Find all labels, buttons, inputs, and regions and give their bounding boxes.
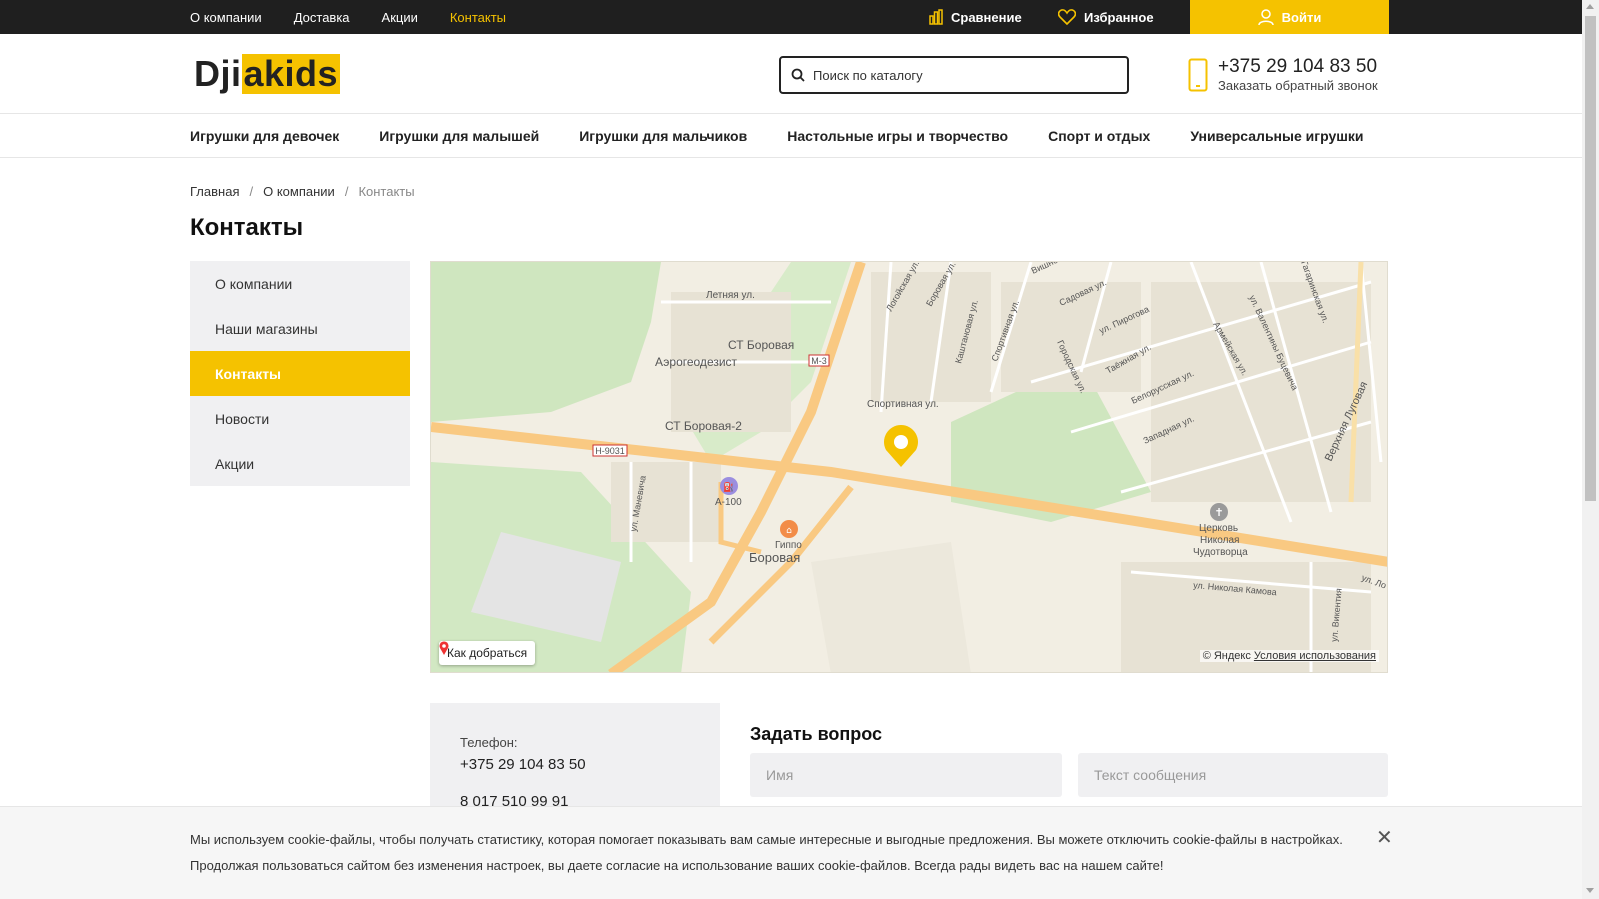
cookie-banner: Мы используем cookie-файлы, чтобы получа… xyxy=(0,806,1582,899)
scroll-down-icon[interactable] xyxy=(1586,888,1594,893)
sidebar-menu: О компании Наши магазины Контакты Новост… xyxy=(190,261,410,486)
breadcrumb-separator: / xyxy=(249,184,254,199)
location-marker-icon[interactable] xyxy=(884,425,918,467)
cookie-text-line1: Мы используем cookie-файлы, чтобы получа… xyxy=(190,832,1343,847)
sidebar-item-about[interactable]: О компании xyxy=(190,261,410,306)
map-terms-link[interactable]: Условия использования xyxy=(1254,650,1376,662)
top-nav-about[interactable]: О компании xyxy=(190,10,262,25)
favorites-link[interactable]: Избранное xyxy=(1058,0,1154,34)
breadcrumb-about[interactable]: О компании xyxy=(263,184,335,199)
map-label-st-borovaya2: СТ Боровая-2 xyxy=(665,419,742,433)
search-box xyxy=(779,56,1129,94)
map-copyright-text: © Яндекс xyxy=(1202,650,1251,662)
heart-icon xyxy=(1058,9,1076,25)
search-icon[interactable] xyxy=(791,68,805,82)
top-bar: О компании Доставка Акции Контакты Сравн… xyxy=(0,0,1582,34)
map-label-church1: Церковь xyxy=(1199,523,1238,534)
sidebar-item-contacts[interactable]: Контакты xyxy=(190,351,410,396)
contact-info: Телефон: +375 29 104 83 50 8 017 510 99 … xyxy=(430,703,720,813)
logo-text-part2: akids xyxy=(241,53,341,94)
category-girls[interactable]: Игрушки для девочек xyxy=(190,128,339,144)
callback-link[interactable]: Заказать обратный звонок xyxy=(1218,78,1378,93)
sidebar-item-promotions[interactable]: Акции xyxy=(190,441,410,486)
scrollbar[interactable] xyxy=(1582,0,1599,899)
favorites-label: Избранное xyxy=(1084,9,1154,25)
category-sport[interactable]: Спорт и отдых xyxy=(1048,128,1150,144)
pin-icon xyxy=(439,641,449,655)
phone-label: Телефон: xyxy=(460,735,518,750)
scrollbar-thumb[interactable] xyxy=(1585,16,1596,501)
close-icon[interactable]: ✕ xyxy=(1376,825,1393,850)
breadcrumb: Главная / О компании / Контакты xyxy=(190,184,415,199)
name-input[interactable]: Имя xyxy=(750,753,1062,797)
svg-text:⌂: ⌂ xyxy=(786,526,792,536)
category-nav: Игрушки для девочек Игрушки для малышей … xyxy=(0,114,1582,158)
top-nav-contacts[interactable]: Контакты xyxy=(450,10,506,25)
user-icon xyxy=(1257,8,1274,25)
compare-label: Сравнение xyxy=(951,9,1022,25)
login-label: Войти xyxy=(1281,9,1322,25)
map-label-st-borovaya: СТ Боровая xyxy=(728,338,794,352)
message-input[interactable]: Текст сообщения xyxy=(1078,753,1388,797)
breadcrumb-separator: / xyxy=(344,184,349,199)
sidebar-item-news[interactable]: Новости xyxy=(190,396,410,441)
top-nav-promotions[interactable]: Акции xyxy=(382,10,418,25)
scroll-up-icon[interactable] xyxy=(1586,4,1594,9)
page-title: Контакты xyxy=(190,214,304,241)
route-label: Как добраться xyxy=(447,646,528,660)
category-boys[interactable]: Игрушки для мальчиков xyxy=(579,128,747,144)
map-label-aerogeo: Аэрогеодезист xyxy=(655,355,738,369)
question-form-title: Задать вопрос xyxy=(750,724,883,744)
map-copyright: © Яндекс Условия использования xyxy=(1199,650,1379,662)
top-nav-delivery[interactable]: Доставка xyxy=(294,10,350,25)
map-label-vishnev: Вишнев xyxy=(1030,262,1064,276)
map-label-borovaya: Боровая xyxy=(749,550,800,565)
cookie-text-line2: Продолжая пользоваться сайтом без измене… xyxy=(190,858,1164,873)
logo[interactable]: Dji akids xyxy=(194,53,341,94)
sidebar-item-stores[interactable]: Наши магазины xyxy=(190,306,410,351)
svg-text:✝: ✝ xyxy=(1214,506,1223,519)
map-label-sportivnaya: Спортивная ул. xyxy=(867,399,939,410)
map-canvas[interactable]: М-3 Н-9031 Летняя ул. СТ Боровая Аэрогео… xyxy=(431,262,1388,673)
map-label-m3: М-3 xyxy=(811,356,827,366)
header-phone: +375 29 104 83 50 Заказать обратный звон… xyxy=(1188,56,1378,93)
contact-phone-1[interactable]: +375 29 104 83 50 xyxy=(460,756,690,773)
map-label-church2: Николая xyxy=(1200,535,1239,546)
breadcrumb-home[interactable]: Главная xyxy=(190,184,239,199)
breadcrumb-current: Контакты xyxy=(358,184,415,199)
compare-icon xyxy=(929,9,943,25)
phone-icon xyxy=(1188,58,1208,91)
phone-number[interactable]: +375 29 104 83 50 xyxy=(1218,56,1378,78)
yandex-map[interactable]: М-3 Н-9031 Летняя ул. СТ Боровая Аэрогео… xyxy=(430,261,1388,673)
svg-text:⛽: ⛽ xyxy=(723,481,734,493)
map-label-letnaya: Летняя ул. xyxy=(706,290,755,301)
map-label-a100: А-100 xyxy=(715,497,742,508)
map-label-n9031: Н-9031 xyxy=(595,446,625,456)
map-label-church3: Чудотворца xyxy=(1193,547,1248,558)
route-button[interactable]: Как добраться xyxy=(439,641,536,665)
category-board-games[interactable]: Настольные игры и творчество xyxy=(787,128,1008,144)
category-babies[interactable]: Игрушки для малышей xyxy=(379,128,539,144)
compare-link[interactable]: Сравнение xyxy=(929,0,1022,34)
search-input[interactable] xyxy=(813,67,1103,83)
login-button[interactable]: Войти xyxy=(1190,0,1389,34)
logo-text-part1: Dji xyxy=(194,53,242,94)
category-universal[interactable]: Универсальные игрушки xyxy=(1190,128,1363,144)
top-nav: О компании Доставка Акции Контакты xyxy=(190,0,506,34)
